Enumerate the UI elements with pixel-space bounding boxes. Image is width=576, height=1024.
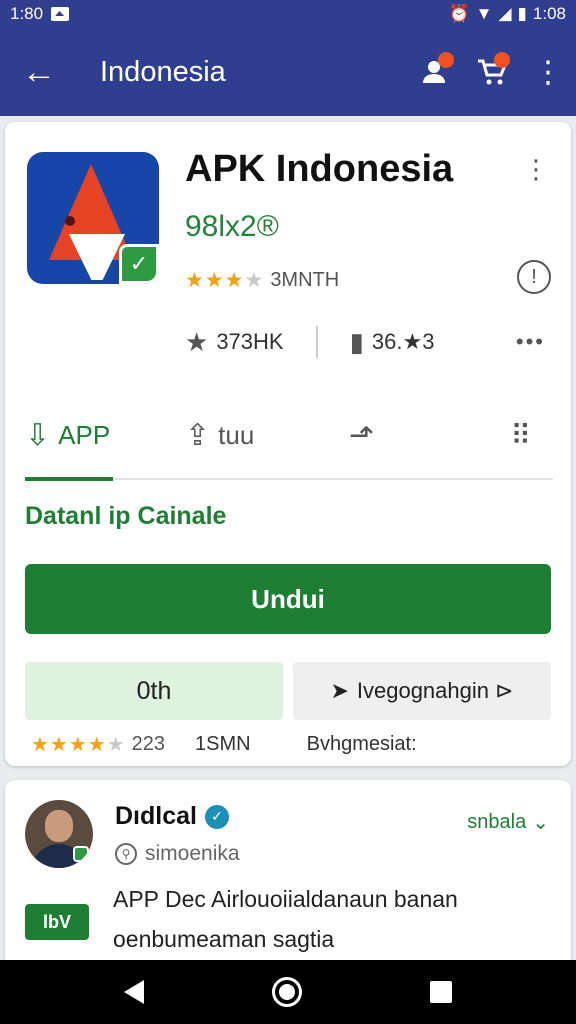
meta-stars: ★★★★★ bbox=[31, 734, 126, 756]
stats-row: ★ 373HK ▮ 36.★3 ••• bbox=[185, 322, 545, 362]
nav-recents-icon[interactable] bbox=[430, 981, 452, 1003]
share-icon: ⇪ bbox=[185, 418, 211, 452]
tab-app[interactable]: ⇩ APP bbox=[25, 391, 185, 481]
page-title: Indonesia bbox=[100, 55, 226, 88]
option-left-button[interactable]: 0th bbox=[25, 662, 283, 720]
tag-badge: lbV bbox=[25, 904, 89, 940]
account-icon[interactable] bbox=[408, 28, 464, 116]
download-button[interactable]: Undui bbox=[25, 564, 551, 634]
stat-rating: ★ 373HK bbox=[185, 327, 284, 358]
status-time-left: 1:80 bbox=[10, 4, 44, 23]
description-line-2: oenbumeaman sagtia bbox=[113, 926, 335, 952]
tab-bar: ⇩ APP ⇪ tuu ⬏ ⠿ bbox=[25, 391, 553, 481]
avatar[interactable] bbox=[25, 800, 93, 868]
chevron-down-icon: ⌄ bbox=[532, 812, 549, 834]
stat-rating-value: 373HK bbox=[216, 329, 284, 354]
meta-row: ★★★★★ 223 1SMN Bvhgmesiat: bbox=[31, 732, 551, 757]
cart-icon[interactable] bbox=[464, 28, 520, 116]
meta-count: 223 bbox=[131, 733, 166, 755]
grid-icon[interactable]: ⠿ bbox=[510, 419, 533, 452]
alarm-icon: ⏰ bbox=[448, 4, 470, 23]
option-right-label: Ivegognahgin ⊳ bbox=[356, 678, 514, 703]
stats-more-icon[interactable]: ••• bbox=[516, 329, 545, 355]
stat-divider bbox=[315, 326, 318, 358]
app-name: APK Indonesia bbox=[185, 148, 454, 190]
more-icon[interactable]: ⋮ bbox=[520, 28, 576, 116]
status-time-right: 1:08 bbox=[532, 4, 566, 23]
follow-label: snbala bbox=[467, 811, 527, 833]
meta-size: 1SMN bbox=[195, 733, 251, 755]
nav-back-icon[interactable] bbox=[124, 980, 144, 1004]
handle-icon: ⚲ bbox=[115, 843, 137, 865]
send-icon: ➤ bbox=[330, 678, 349, 703]
developer-name: Dıdlcal ✓ bbox=[115, 802, 229, 831]
bookmark-icon: ⬏ bbox=[349, 418, 375, 452]
info-icon[interactable]: ! bbox=[517, 260, 551, 294]
star-rating: ★★★★ bbox=[185, 269, 265, 292]
tab-share[interactable]: ⇪ tuu bbox=[185, 391, 349, 479]
developer-name-text: Dıdlcal bbox=[115, 802, 197, 830]
app-logo: ✓ bbox=[27, 152, 159, 284]
download-icon: ⇩ bbox=[25, 418, 51, 452]
stat-reviews: ▮ 36.★3 bbox=[350, 327, 435, 358]
developer-card: Dıdlcal ✓ ⚲ simoenika snbala ⌄ lbV APP D… bbox=[5, 780, 571, 970]
status-bar: 1:80 ⏰ ▼ ◢ ▮ 1:08 bbox=[0, 0, 576, 28]
verified-icon: ✓ bbox=[204, 804, 229, 829]
stat-reviews-value: 36.★3 bbox=[371, 329, 435, 354]
signal-icon: ◢ bbox=[498, 4, 512, 23]
rating-row: ★★★★ 3MNTH bbox=[185, 268, 339, 293]
account-badge bbox=[438, 52, 454, 68]
check-shield-icon: ✓ bbox=[119, 244, 159, 284]
meta-label: Bvhgmesiat: bbox=[306, 733, 417, 755]
nav-home-icon[interactable] bbox=[272, 977, 302, 1007]
comment-icon: ▮ bbox=[349, 326, 364, 357]
description-line-1: APP Dec Airlouoiialdanaun banan bbox=[113, 886, 458, 912]
tab-share-label: tuu bbox=[218, 419, 255, 450]
rating-count: 3MNTH bbox=[270, 269, 340, 291]
verified-badge-icon bbox=[73, 846, 89, 862]
follow-dropdown[interactable]: snbala ⌄ bbox=[467, 810, 549, 835]
back-icon[interactable]: ← bbox=[0, 28, 78, 116]
option-left-label: 0th bbox=[136, 676, 172, 705]
cart-badge bbox=[494, 52, 510, 68]
star-icon: ★ bbox=[185, 326, 209, 357]
app-more-icon[interactable]: ⋮ bbox=[523, 156, 549, 182]
tab-app-label: APP bbox=[58, 419, 111, 450]
developer-handle: ⚲ simoenika bbox=[115, 842, 240, 866]
app-version: 98lx2® bbox=[185, 210, 279, 243]
developer-handle-text: simoenika bbox=[145, 842, 240, 865]
app-bar: ← Indonesia ⋮ bbox=[0, 28, 576, 116]
section-title: Datanl ip Cainale bbox=[25, 502, 227, 530]
option-right-button[interactable]: ➤ Ivegognahgin ⊳ bbox=[293, 662, 551, 720]
battery-icon: ▮ bbox=[517, 4, 527, 23]
tab-bookmark[interactable]: ⬏ bbox=[349, 391, 499, 479]
notification-icon bbox=[51, 7, 70, 21]
app-card: ✓ APK Indonesia ⋮ 98lx2® ★★★★ 3MNTH ! ★ … bbox=[5, 122, 571, 766]
wifi-icon: ▼ bbox=[475, 4, 493, 23]
system-nav-bar bbox=[0, 960, 576, 1024]
